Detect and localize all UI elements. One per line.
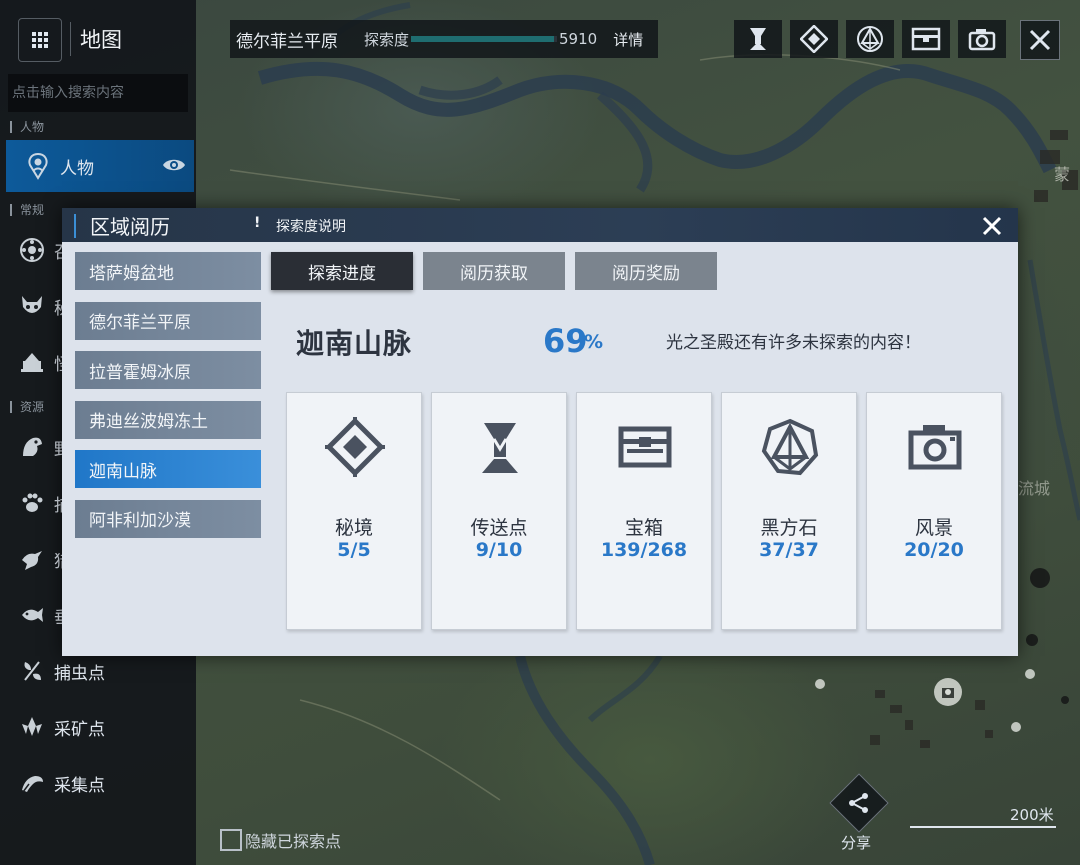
stat-name: 传送点 [470,517,528,539]
explore-progress-fill [411,36,555,42]
sidebar-item-label: 采集点 [54,775,105,796]
map-label-city: 蒙 [1054,165,1070,184]
selected-region-title: 迦南山脉 [296,327,413,360]
ore-icon [18,713,46,741]
scenery-filter-button[interactable] [958,20,1006,58]
stat-value: 5/5 [337,539,371,561]
stat-name: 黑方石 [760,517,818,539]
eye-icon[interactable] [162,156,186,178]
monster-icon [18,348,46,376]
sidebar-item-label: 人物 [60,158,94,179]
stat-card-secret-realm: 秘境 5/5 [286,392,422,630]
region-list: 塔萨姆盆地 德尔菲兰平原 拉普霍姆冰原 弗迪丝波姆冻土 迦南山脉 阿非利加沙漠 [75,252,261,549]
camera-icon [908,425,962,470]
bird-icon [18,545,46,573]
map-scale-bar [910,826,1056,828]
sidebar-item-label: 采矿点 [54,719,105,740]
demon-mask-icon [18,292,46,320]
explore-label: 探索度 [364,30,410,49]
fish-icon [18,601,46,629]
region-item-selected[interactable]: 迦南山脉 [75,450,261,488]
search-input[interactable] [8,74,188,112]
insect-icon [18,657,46,685]
map-label-river: 流城 [1018,479,1050,498]
share-label: 分享 [841,834,872,852]
section-label-person: 人物 [10,118,44,135]
stat-card-scenery: 风景 20/20 [866,392,1002,630]
region-item[interactable]: 德尔菲兰平原 [75,301,261,340]
teleport-filter-button[interactable] [734,20,782,58]
map-scale-label: 200米 [1010,806,1054,824]
tab-experience-reward[interactable]: 阅历奖励 [575,252,717,290]
region-item[interactable]: 阿非利加沙漠 [75,499,261,538]
stat-value: 37/37 [759,539,819,561]
camera-icon [968,29,996,51]
grid-menu-icon [32,32,48,48]
tab-explore-progress[interactable]: 探索进度 [271,252,413,290]
teleport-icon [482,423,518,473]
close-map-button[interactable] [1020,20,1060,60]
explore-progress-bar [411,36,558,42]
divider [70,22,71,56]
main-menu-button[interactable] [18,18,62,62]
paw-icon [18,489,46,517]
region-item[interactable]: 拉普霍姆冰原 [75,351,261,389]
black-cube-filter-button[interactable] [846,20,894,58]
percent-sign: % [584,331,604,353]
explore-percent: 69 [543,322,588,360]
stat-name: 风景 [914,517,953,539]
dialog-header: 区域阅历 ! 探索度说明 [62,208,1018,242]
exploration-bar: 德尔菲兰平原 探索度 5910 详情 [230,20,658,58]
map-title: 地图 [80,28,122,52]
stat-name: 秘境 [334,517,373,539]
section-label-common: 常规 [10,201,44,218]
explore-hint: 光之圣殿还有许多未探索的内容！ [666,333,921,353]
sidebar-item-label: 捕虫点 [54,663,105,684]
treasure-filter-button[interactable] [902,20,950,58]
stat-value: 9/10 [475,539,523,561]
tab-experience-gain[interactable]: 阅历获取 [423,252,565,290]
stat-card-teleport: 传送点 9/10 [431,392,567,630]
explore-info-link[interactable]: 探索度说明 [276,216,346,236]
hide-explored-label: 隐藏已探索点 [245,832,342,851]
explore-value: 5910 [559,30,598,48]
sidebar-item-person[interactable]: 人物 [6,140,194,192]
dialog-title: 区域阅历 [90,215,170,239]
stat-name: 宝箱 [624,517,663,539]
stat-value: 20/20 [904,539,964,561]
sidebar-item-gather[interactable]: 采集点 [0,757,196,809]
sidebar-item-ore[interactable]: 采矿点 [0,701,196,753]
section-label-resource: 资源 [10,398,44,415]
detail-button[interactable]: 详情 [613,29,643,50]
hide-explored-toggle[interactable]: 隐藏已探索点 [220,828,341,852]
treasure-chest-icon [618,426,672,468]
current-region-name: 德尔菲兰平原 [236,31,338,52]
region-experience-dialog: 区域阅历 ! 探索度说明 塔萨姆盆地 德尔菲兰平原 拉普霍姆冰原 弗迪丝波姆冻土… [62,208,1018,656]
secret-realm-icon [800,25,828,53]
checkbox[interactable] [220,829,242,851]
stat-card-black-cube: 黑方石 37/37 [721,392,857,630]
info-icon[interactable]: ! [254,215,260,231]
region-item[interactable]: 塔萨姆盆地 [75,252,261,290]
summon-icon [18,236,46,264]
black-cube-icon [761,418,819,476]
person-marker-icon [24,152,52,180]
stat-card-treasure: 宝箱 139/268 [576,392,712,630]
close-icon [1029,29,1051,51]
header-accent [74,214,76,238]
black-cube-icon [857,26,883,52]
teleport-icon [750,28,766,50]
close-icon[interactable] [980,214,1004,238]
treasure-chest-icon [911,27,941,51]
wild-beast-icon [18,433,46,461]
herb-icon [18,769,46,797]
stat-value: 139/268 [600,539,688,561]
region-item[interactable]: 弗迪丝波姆冻土 [75,400,261,439]
secret-realm-filter-button[interactable] [790,20,838,58]
secret-realm-icon [325,417,385,477]
share-icon [849,793,868,813]
